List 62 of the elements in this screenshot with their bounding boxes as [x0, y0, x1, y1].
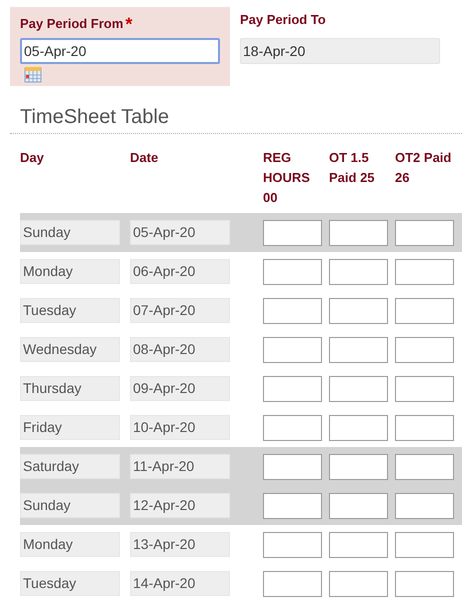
date-cell: 09-Apr-20	[130, 376, 230, 401]
day-cell: Monday	[20, 259, 120, 284]
column-header: OT 1.5 Paid 25	[329, 149, 376, 187]
hours-input[interactable]	[395, 454, 454, 480]
day-cell: Thursday	[20, 376, 120, 401]
date-input[interactable]: 18-Apr-20	[240, 38, 440, 64]
date-cell: 11-Apr-20	[130, 454, 230, 479]
calendar-icon[interactable]	[24, 65, 42, 83]
date-cell: 14-Apr-20	[130, 571, 230, 596]
hours-input[interactable]	[395, 492, 454, 518]
section-title: TimeSheet Table	[19, 105, 170, 130]
hours-input[interactable]	[329, 376, 388, 402]
hours-input[interactable]	[329, 336, 388, 362]
hours-input[interactable]	[263, 298, 322, 324]
date-cell: 08-Apr-20	[130, 337, 230, 362]
hours-input[interactable]	[395, 336, 454, 362]
hours-input[interactable]	[395, 532, 454, 558]
column-header: Date	[130, 149, 160, 167]
hours-input[interactable]	[263, 258, 322, 284]
day-cell: Friday	[20, 415, 120, 440]
day-cell: Sunday	[20, 220, 120, 245]
hours-input[interactable]	[263, 376, 322, 402]
hours-input[interactable]	[263, 414, 322, 440]
day-cell: Saturday	[20, 454, 120, 479]
column-header: REG HOURS 00	[263, 149, 311, 207]
hours-input[interactable]	[329, 570, 388, 596]
hours-input[interactable]	[329, 532, 388, 558]
day-cell: Tuesday	[20, 571, 120, 596]
field-label: Pay Period From	[20, 16, 124, 33]
hours-input[interactable]	[329, 220, 388, 246]
hours-input[interactable]	[395, 376, 454, 402]
hours-input[interactable]	[263, 532, 322, 558]
date-input[interactable]: 05-Apr-20	[20, 38, 220, 64]
hours-input[interactable]	[263, 570, 322, 596]
day-cell: Monday	[20, 532, 120, 557]
field-label: Pay Period To	[240, 12, 326, 29]
hours-input[interactable]	[329, 298, 388, 324]
hours-input[interactable]	[329, 454, 388, 480]
hours-input[interactable]	[329, 492, 388, 518]
column-header: OT2 Paid 26	[395, 149, 452, 187]
date-cell: 05-Apr-20	[130, 220, 230, 245]
day-cell: Wednesday	[20, 337, 120, 362]
hours-input[interactable]	[395, 570, 454, 596]
hours-input[interactable]	[395, 414, 454, 440]
hours-input[interactable]	[329, 414, 388, 440]
date-cell: 06-Apr-20	[130, 259, 230, 284]
day-cell: Sunday	[20, 493, 120, 518]
hours-input[interactable]	[395, 258, 454, 284]
hours-input[interactable]	[263, 220, 322, 246]
date-cell: 10-Apr-20	[130, 415, 230, 440]
column-header: Day	[20, 149, 45, 167]
day-cell: Tuesday	[20, 298, 120, 323]
hours-input[interactable]	[263, 454, 322, 480]
hours-input[interactable]	[329, 258, 388, 284]
date-cell: 13-Apr-20	[130, 532, 230, 557]
hours-input[interactable]	[263, 492, 322, 518]
required-mark: *	[125, 14, 132, 34]
date-cell: 12-Apr-20	[130, 493, 230, 518]
hours-input[interactable]	[263, 336, 322, 362]
hours-input[interactable]	[395, 298, 454, 324]
hours-input[interactable]	[395, 220, 454, 246]
date-cell: 07-Apr-20	[130, 298, 230, 323]
